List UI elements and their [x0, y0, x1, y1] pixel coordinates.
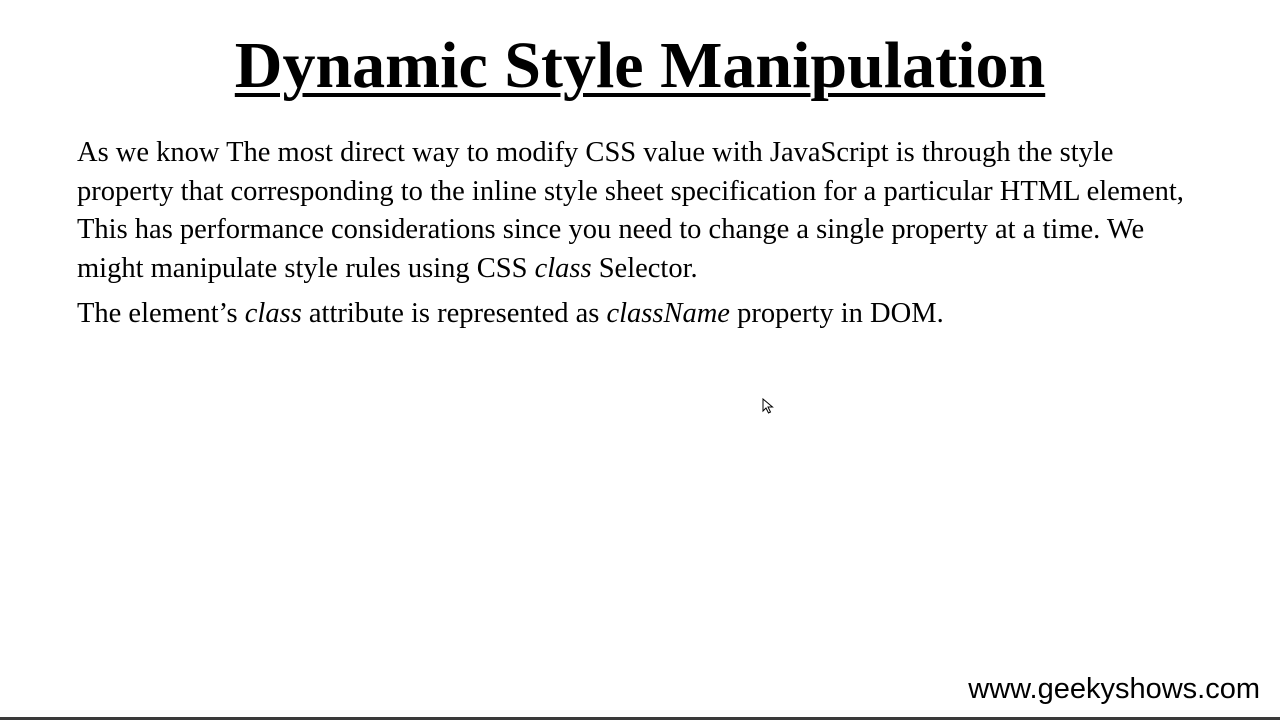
slide-title: Dynamic Style Manipulation [234, 29, 1046, 102]
paragraph-style-property: As we know The most direct way to modify… [77, 134, 1207, 288]
paragraph-classname: The element’s class attribute is represe… [77, 295, 1207, 334]
paragraph-1-text-b: Selector. [591, 252, 698, 284]
paragraph-2-italic-class: class [244, 298, 302, 329]
paragraph-2-text-c: property in DOM. [729, 298, 944, 329]
paragraph-2-text-a: The element’s [77, 298, 245, 329]
paragraph-2-text-b: attribute is represented as [301, 298, 607, 329]
slide-body: As we know The most direct way to modify… [77, 134, 1207, 334]
mouse-pointer-icon [762, 398, 774, 414]
paragraph-1-italic-class: class [534, 252, 592, 284]
footer-website-url: www.geekyshows.com [968, 673, 1260, 705]
slide: Dynamic Style Manipulation As we know Th… [0, 0, 1280, 720]
paragraph-2-italic-classname: className [606, 298, 730, 329]
